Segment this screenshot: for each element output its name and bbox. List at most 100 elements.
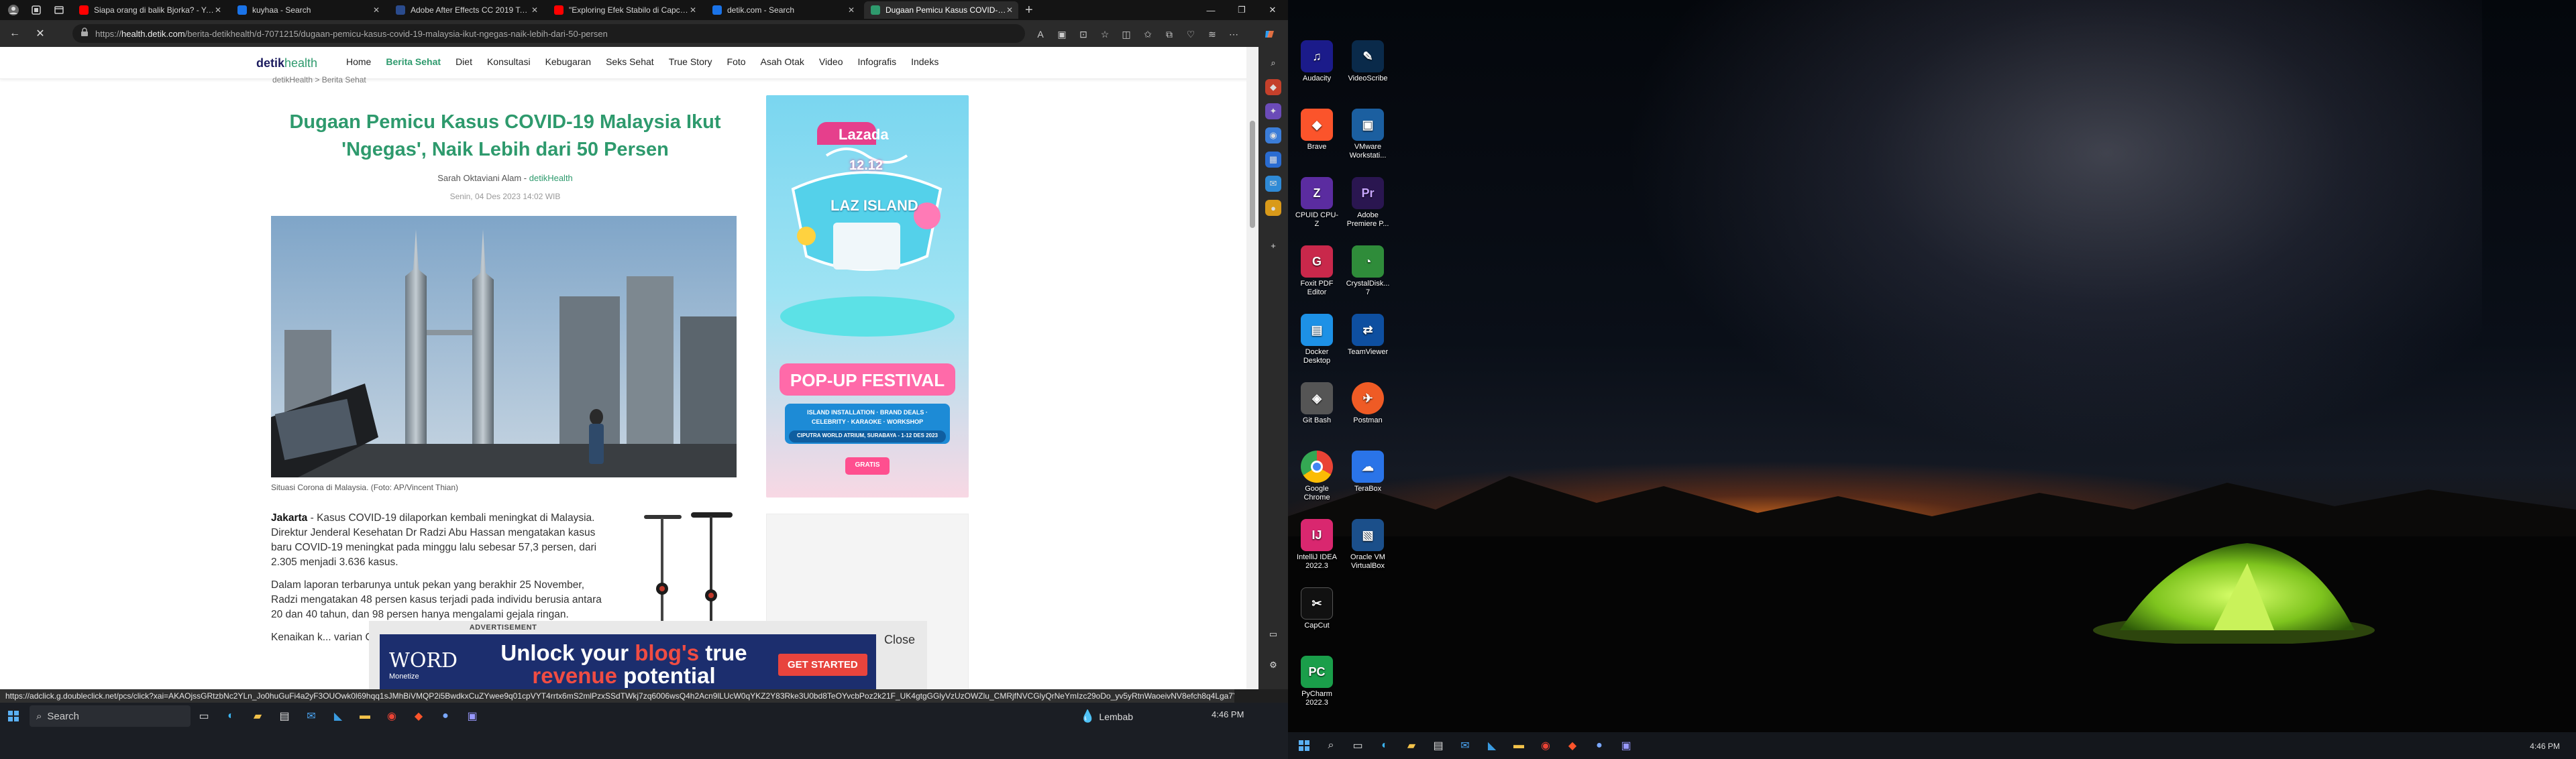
windows-start-icon[interactable] [0,703,27,729]
favorite-star-icon[interactable]: ☆ [1096,25,1114,43]
close-window-button[interactable]: ✕ [1257,0,1288,20]
ad-banner-wordmonetize[interactable]: WORD Monetize Unlock your blog's true reve… [380,634,876,689]
desktop-icon-gitbash[interactable]: ◈ Git Bash [1293,382,1340,425]
desktop-icon-docker[interactable]: ▤ Docker Desktop [1293,314,1340,365]
screenshot-icon[interactable]: ⊡ [1075,25,1092,43]
nav-kebugaran[interactable]: Kebugaran [545,56,592,67]
minimize-button[interactable]: — [1195,0,1226,20]
desktop-icon-terabox[interactable]: ☁ TeraBox [1344,451,1391,493]
nav-indeks[interactable]: Indeks [911,56,938,67]
copilot-icon[interactable] [1261,25,1279,43]
hide-sidebar-icon[interactable]: ▭ [1265,626,1281,642]
task-view-icon[interactable]: ▭ [1344,732,1371,759]
browser-icon[interactable]: ● [432,703,459,729]
tab-youtube-capcut[interactable]: "Exploring Efek Stabilo di Capcut... ✕ [547,1,702,19]
desktop-icon-brave[interactable]: ◆ Brave [1293,109,1340,152]
brave-icon[interactable]: ◆ [405,703,432,729]
tab-youtube-bjorka[interactable]: Siapa orang di balik Bjorka? - Yo... ✕ [72,1,227,19]
outlook-icon[interactable]: ✉ [1265,176,1281,192]
workspaces-icon[interactable] [27,1,46,19]
close-tab-icon[interactable]: ✕ [1006,5,1013,15]
close-tab-icon[interactable]: ✕ [690,5,696,15]
premiere-icon[interactable]: ▣ [459,703,486,729]
app-available-icon[interactable]: ▣ [1053,25,1071,43]
desktop-icon-capcut[interactable]: ✂ CapCut [1293,587,1340,630]
edge-taskbar-icon[interactable]: ◐ [1371,732,1398,759]
desktop-icon-virtualbox[interactable]: ▧ Oracle VM VirtualBox [1344,519,1391,571]
tab-kuyhaa-search[interactable]: kuyhaa - Search ✕ [231,1,385,19]
file-explorer-icon[interactable]: ▰ [244,703,271,729]
nav-berita-sehat[interactable]: Berita Sehat [386,56,441,67]
chrome-icon[interactable]: ◉ [378,703,405,729]
favorites-icon[interactable]: ✩ [1139,25,1157,43]
close-ad-button[interactable]: Close [884,633,915,647]
mail-icon[interactable]: ✉ [298,703,325,729]
vscode-icon[interactable]: ◣ [1479,732,1505,759]
desktop-icon-crystaldisk[interactable]: ◔ CrystalDisk... 7 [1344,245,1391,297]
desktop-icon-postman[interactable]: ✈ Postman [1344,382,1391,425]
nav-foto[interactable]: Foto [727,56,746,67]
explorer-folder-icon[interactable]: ▬ [352,703,378,729]
desktop-icon-cpuz[interactable]: Z CPUID CPU-Z [1293,177,1340,229]
desktop-icon-pycharm[interactable]: PC PyCharm 2022.3 [1293,656,1340,707]
profile-avatar-icon[interactable] [4,1,23,19]
maximize-button[interactable]: ❐ [1226,0,1257,20]
nav-infografis[interactable]: Infografis [857,56,896,67]
scrollbar-thumb[interactable] [1250,121,1255,228]
read-aloud-icon[interactable]: A [1032,25,1049,43]
mail-icon[interactable]: ✉ [1452,732,1479,759]
close-tab-icon[interactable]: ✕ [215,5,221,15]
nav-true-story[interactable]: True Story [669,56,712,67]
nav-home[interactable]: Home [346,56,371,67]
desktop-icon-intellij[interactable]: IJ IntelliJ IDEA 2022.3 [1293,519,1340,571]
new-tab-button[interactable]: + [1025,3,1033,18]
shopping-icon[interactable]: ◆ [1265,79,1281,95]
close-tab-icon[interactable]: ✕ [373,5,380,15]
add-sidebar-app-icon[interactable]: + [1265,237,1281,253]
detikhealth-logo[interactable]: detikhealth [256,56,317,70]
get-started-button[interactable]: GET STARTED [778,653,867,676]
breadcrumb[interactable]: detikHealth > Berita Sehat [272,75,366,84]
address-bar[interactable]: https://health.detik.com/berita-detikhea… [72,24,1025,43]
settings-more-icon[interactable]: ⋯ [1225,25,1242,43]
edge-taskbar-icon[interactable]: ◐ [217,703,244,729]
brave-icon[interactable]: ◆ [1559,732,1586,759]
desktop-icon-vmware[interactable]: ▣ VMware Workstati... [1344,109,1391,160]
desktop-icon-videoscribe[interactable]: ✎ VideoScribe [1344,40,1391,83]
desktop-icon-premiere[interactable]: Pr Adobe Premiere P... [1344,177,1391,229]
browser-essentials-icon[interactable]: ♡ [1182,25,1199,43]
drop-icon[interactable]: ● [1265,200,1281,216]
close-tab-icon[interactable]: ✕ [531,5,538,15]
windows-start-icon[interactable] [1291,732,1318,759]
tools-icon[interactable]: ✦ [1265,103,1281,119]
collections-icon[interactable]: ⧉ [1161,25,1178,43]
tab-detik-search[interactable]: detik.com - Search ✕ [706,1,860,19]
tab-detik-article[interactable]: Dugaan Pemicu Kasus COVID-19 ... ✕ [864,1,1018,19]
page-scrollbar[interactable] [1246,47,1258,689]
sidebar-ad-lazada[interactable]: Lazada 12.12 LAZ ISLAND POP-UP FESTIVAL … [766,95,969,498]
search-icon[interactable]: ⌕ [1318,732,1344,759]
nav-konsultasi[interactable]: Konsultasi [487,56,531,67]
stop-loading-button[interactable]: ✕ [30,23,51,44]
vscode-icon[interactable]: ◣ [325,703,352,729]
nav-seks-sehat[interactable]: Seks Sehat [606,56,654,67]
task-view-icon[interactable]: ▭ [191,703,217,729]
search-icon[interactable]: ⌕ [1265,55,1281,71]
taskbar-clock[interactable]: 4:46 PM [2530,742,2560,751]
file-explorer-icon[interactable]: ▰ [1398,732,1425,759]
chrome-icon[interactable]: ◉ [1532,732,1559,759]
split-screen-icon[interactable]: ◫ [1118,25,1135,43]
office-icon[interactable]: ▦ [1265,152,1281,168]
premiere-icon[interactable]: ▣ [1613,732,1640,759]
nav-diet[interactable]: Diet [455,56,472,67]
browser-icon[interactable]: ● [1586,732,1613,759]
desktop-icon-foxit[interactable]: G Foxit PDF Editor [1293,245,1340,297]
taskbar-search-box[interactable]: ⌕ Search [30,705,191,727]
taskbar-clock[interactable]: 4:46 PM [1212,709,1244,719]
store-icon[interactable]: ▤ [1425,732,1452,759]
games-icon[interactable]: ◉ [1265,127,1281,143]
desktop-icon-teamviewer[interactable]: ⇄ TeamViewer [1344,314,1391,357]
explorer-folder-icon[interactable]: ▬ [1505,732,1532,759]
back-button[interactable]: ← [4,23,25,44]
desktop-icon-chrome[interactable]: Google Chrome [1293,451,1340,502]
